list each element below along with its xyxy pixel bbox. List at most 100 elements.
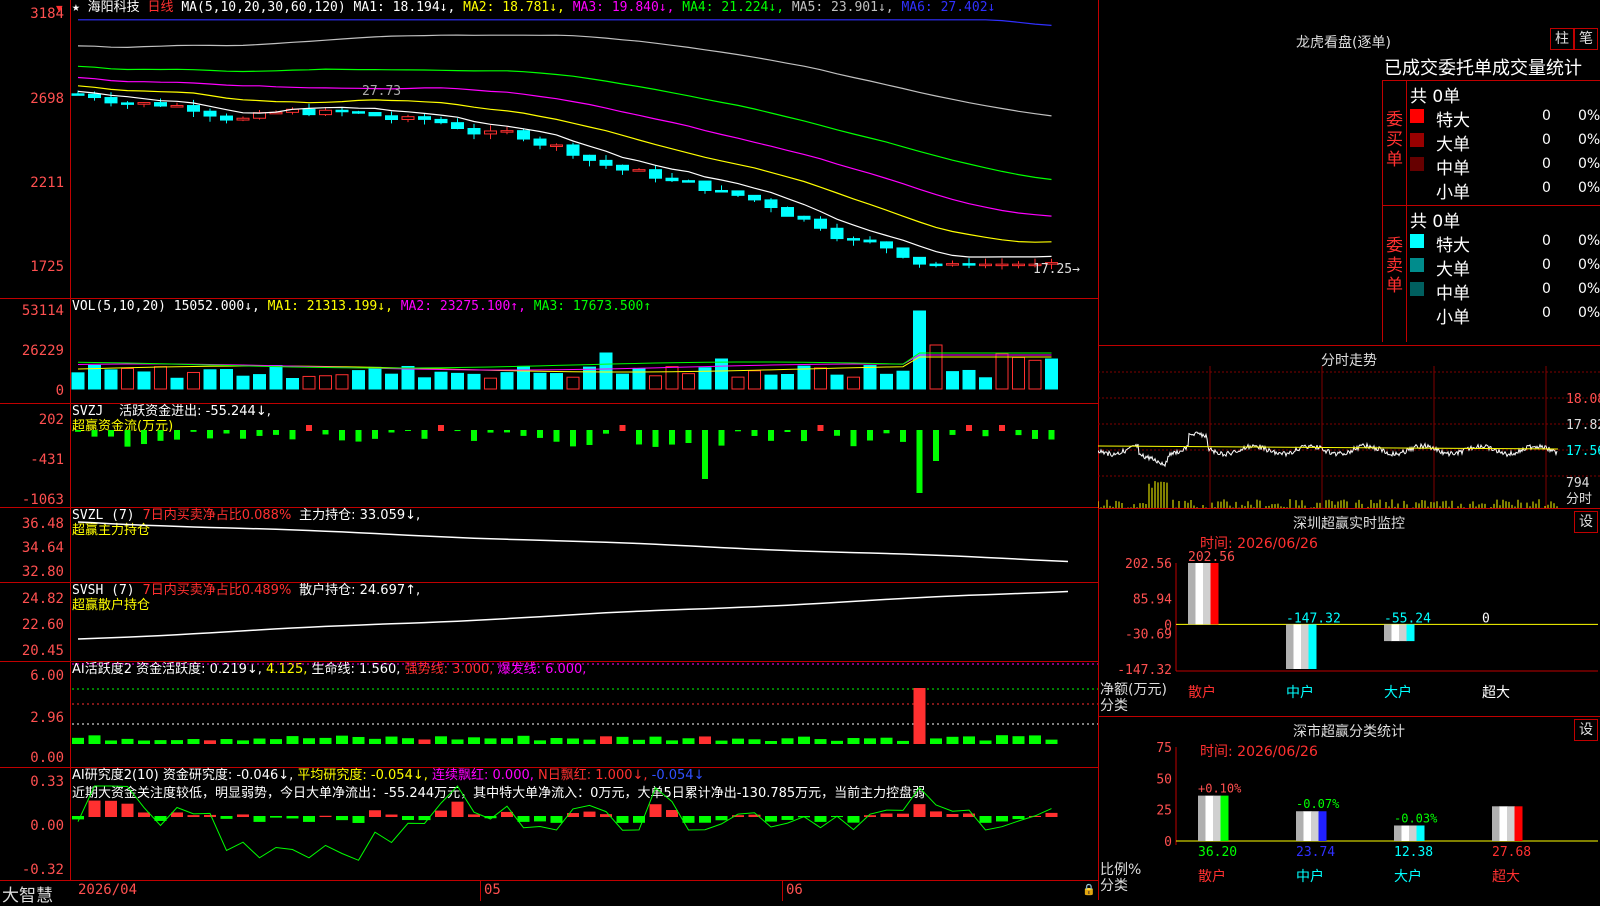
activity-bar bbox=[1045, 739, 1058, 744]
volume-panel[interactable]: 53114 26229 0 VOL(5,10,20) 15052.000↓, M… bbox=[0, 298, 1098, 404]
svzj-bar bbox=[1032, 430, 1038, 439]
svzj-bar bbox=[190, 430, 197, 432]
research-bar bbox=[138, 812, 150, 817]
svzj-bar bbox=[570, 430, 576, 447]
candle-body bbox=[599, 159, 613, 166]
column-view-button[interactable]: 柱 bbox=[1550, 28, 1574, 50]
candle-body bbox=[913, 256, 926, 265]
pen-view-button[interactable]: 笔 bbox=[1574, 28, 1598, 50]
svzj-bar bbox=[768, 430, 774, 441]
volume-bar bbox=[863, 365, 877, 390]
ai-activity-panel[interactable]: 6.00 2.96 0.00 AI活跃度2 资金活跃度: 0.219↓, 4.1… bbox=[0, 661, 1098, 768]
candle-body bbox=[550, 144, 563, 147]
activity-bar bbox=[121, 738, 134, 744]
kline-canvas[interactable] bbox=[0, 0, 1098, 298]
svzj-bar bbox=[669, 430, 675, 445]
research-bar bbox=[88, 800, 101, 817]
svzj-panel[interactable]: 202 -431 -1063 SVZJ 活跃资金进出: -55.244↓, 超赢… bbox=[0, 403, 1098, 508]
buy-row: 中单 0 0% bbox=[1410, 154, 1600, 179]
sz-stats-chart[interactable]: 75 50 25 0 +0.10% 36.20 散户 -0.07% 23.74 中户 -0.03% 1… bbox=[1098, 717, 1600, 901]
intraday-panel[interactable]: 分时走势 18.08 17.82 17.56 794 分时 bbox=[1098, 345, 1600, 509]
volume-canvas[interactable] bbox=[0, 299, 1098, 404]
research-bar bbox=[699, 816, 711, 823]
candle-body bbox=[880, 241, 893, 249]
ai-research-panel[interactable]: 0.33 0.00 -0.32 AI研究度2(10) 资金研究度: -0.046… bbox=[0, 767, 1098, 881]
svzj-bar bbox=[850, 430, 857, 447]
sz-stats-value-label: 12.38 bbox=[1394, 845, 1433, 860]
main-kline-panel[interactable]: 3184 2698 2211 1725 ▼ ★ 海阳科技 日线 MA(5,10,… bbox=[0, 0, 1098, 298]
volume-bar bbox=[484, 377, 497, 390]
intraday-canvas[interactable] bbox=[1098, 346, 1600, 509]
row-percent: 0% bbox=[1578, 257, 1600, 273]
svzj-bar bbox=[487, 430, 494, 433]
ai-activity-canvas[interactable] bbox=[0, 662, 1098, 768]
low-price-label: 17.25→ bbox=[1033, 262, 1080, 277]
sz-monitor-category: 大户 bbox=[1384, 684, 1412, 701]
activity-bar bbox=[303, 738, 315, 744]
row-count: 0 bbox=[1542, 108, 1551, 124]
ma-line bbox=[78, 19, 1052, 26]
row-percent: 0% bbox=[1578, 180, 1600, 196]
svzj-bar bbox=[289, 430, 296, 440]
research-bar bbox=[814, 816, 827, 822]
sz-stats-change-label: -0.07% bbox=[1296, 797, 1340, 811]
x-axis-label: 05 bbox=[484, 882, 501, 898]
sz-stats-tick: 25 bbox=[1156, 804, 1172, 819]
activity-bar bbox=[204, 740, 216, 744]
candle-body bbox=[319, 109, 332, 116]
volume-bar bbox=[368, 366, 382, 390]
svsh-canvas[interactable] bbox=[0, 583, 1098, 662]
candle-body bbox=[583, 154, 596, 161]
lock-icon[interactable]: 🔒 bbox=[1082, 883, 1096, 896]
research-bar bbox=[864, 815, 876, 817]
volume-bar bbox=[220, 369, 233, 390]
research-bar bbox=[897, 813, 909, 817]
activity-bar bbox=[600, 736, 612, 744]
svzj-canvas[interactable] bbox=[0, 404, 1098, 508]
svzj-bar bbox=[240, 430, 246, 439]
activity-bar bbox=[979, 740, 992, 744]
activity-bar bbox=[583, 739, 596, 744]
sz-monitor-panel[interactable]: 深圳超赢实时监控 设 时间: 2026/06/26 202.56 85.94 0 -3… bbox=[1098, 508, 1600, 717]
x-axis-label: 06 bbox=[786, 882, 803, 898]
sz-stats-panel[interactable]: 深市超赢分类统计 设 时间: 2026/06/26 75 50 25 0 +0.10% 3… bbox=[1098, 716, 1600, 901]
intraday-price-tick: 18.08 bbox=[1566, 392, 1600, 407]
research-bar bbox=[204, 814, 216, 817]
sell-side-label: 委卖单 bbox=[1386, 236, 1403, 296]
svzj-bar bbox=[388, 430, 395, 433]
svzj-bar bbox=[157, 430, 164, 441]
activity-bar bbox=[286, 736, 299, 744]
svzj-bar bbox=[322, 430, 329, 435]
candle-body bbox=[418, 116, 431, 120]
activity-bar bbox=[451, 739, 464, 744]
candle-body bbox=[946, 263, 959, 266]
svzl-panel[interactable]: 36.48 34.64 32.80 SVZL (7) 7日内买卖净占比0.088… bbox=[0, 507, 1098, 583]
volume-bar bbox=[880, 373, 893, 390]
activity-bar bbox=[468, 737, 480, 744]
research-line bbox=[77, 785, 1052, 861]
ai-research-canvas[interactable] bbox=[0, 768, 1098, 881]
svzj-bar bbox=[916, 430, 923, 493]
candle-body bbox=[236, 117, 250, 121]
svsh-panel[interactable]: 24.82 22.60 20.45 SVSH (7) 7日内买卖净占比0.489… bbox=[0, 582, 1098, 662]
candle-body bbox=[434, 118, 448, 124]
sell-row: 特大 0 0% bbox=[1410, 231, 1600, 256]
svzj-bar bbox=[735, 430, 741, 432]
research-bar bbox=[715, 816, 728, 821]
research-bar bbox=[501, 811, 513, 817]
research-bar bbox=[666, 810, 678, 817]
sz-stats-category: 超大 bbox=[1492, 869, 1520, 885]
candle-body bbox=[517, 130, 530, 140]
sz-stats-value-label: 36.20 bbox=[1198, 845, 1237, 860]
volume-bar bbox=[962, 369, 976, 390]
buy-side-label: 委买单 bbox=[1386, 110, 1403, 170]
activity-bar bbox=[501, 738, 513, 744]
row-count: 0 bbox=[1542, 156, 1551, 172]
activity-bar bbox=[847, 738, 860, 744]
svzj-bar bbox=[273, 430, 279, 435]
activity-bar bbox=[484, 738, 497, 744]
sz-monitor-chart[interactable]: 202.56 85.94 0 -30.69 -147.32 202.56 散户 -147.32… bbox=[1098, 509, 1600, 717]
volume-bar bbox=[946, 371, 959, 390]
svzl-canvas[interactable] bbox=[0, 508, 1098, 583]
sz-monitor-value-label: 0 bbox=[1482, 611, 1490, 626]
